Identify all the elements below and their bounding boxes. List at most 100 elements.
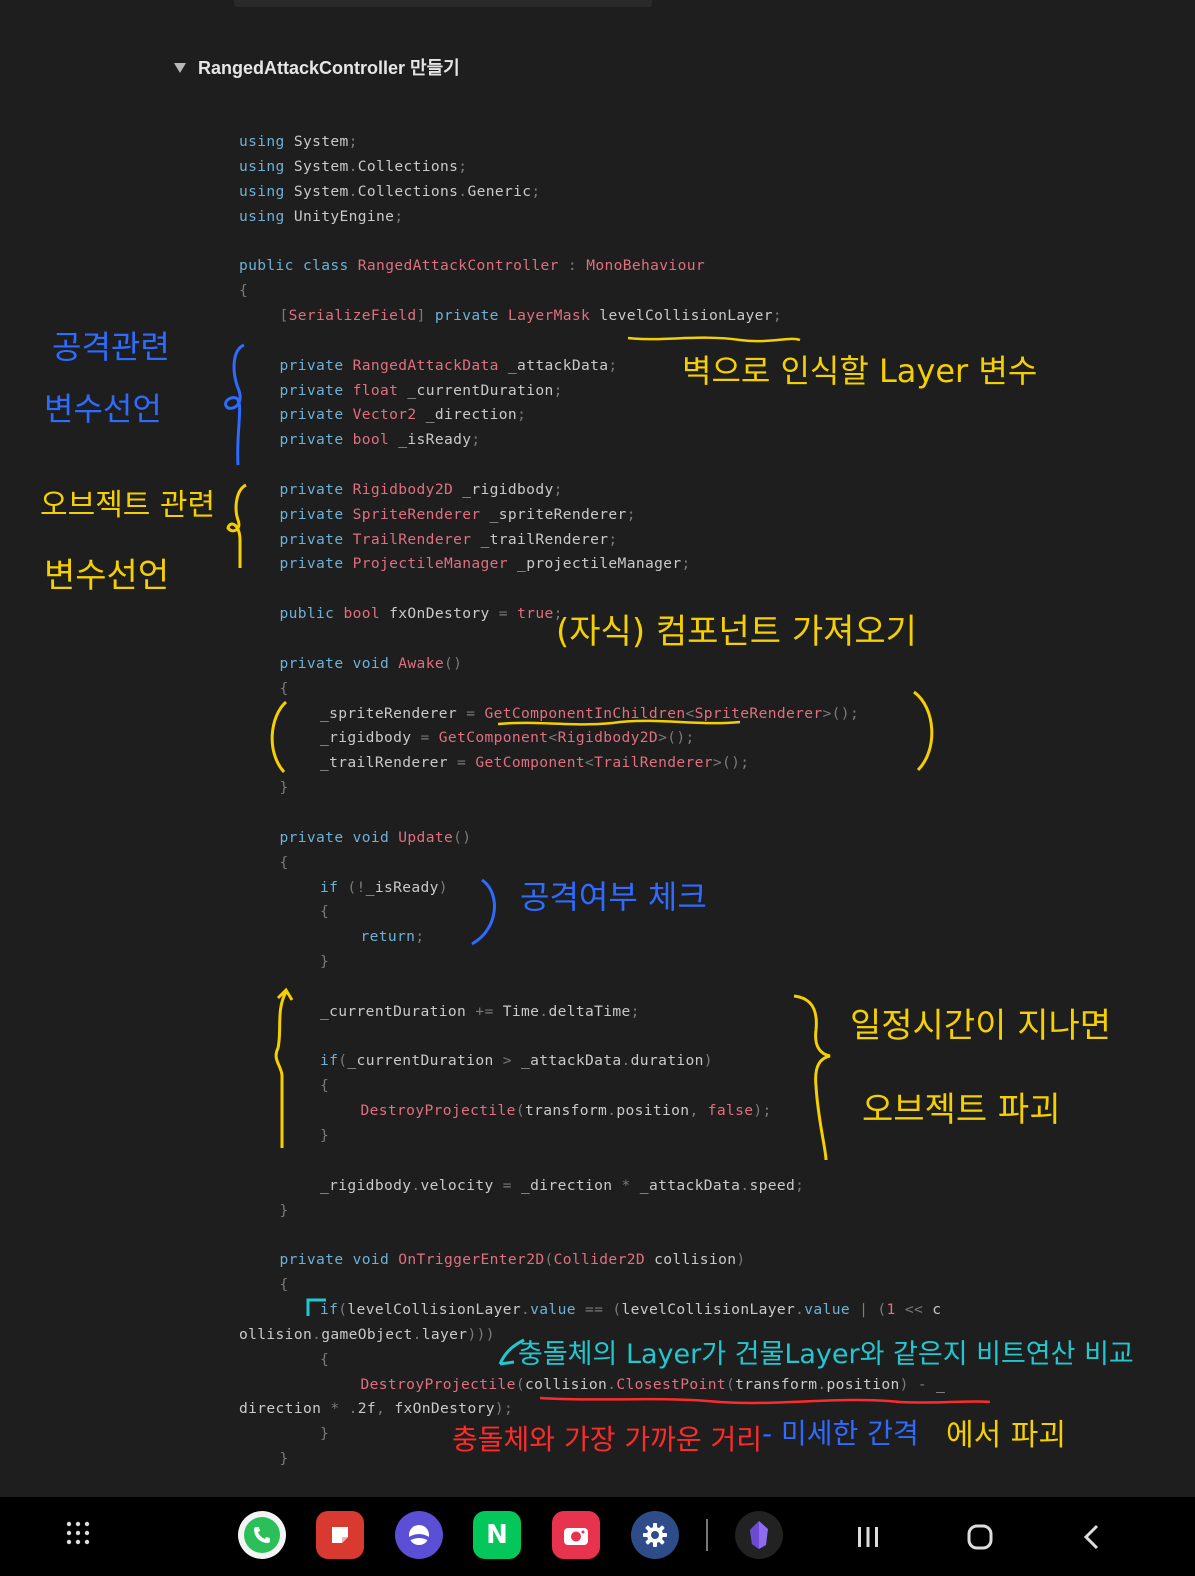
code-token: levelCollisionLayer [621, 1300, 796, 1318]
code-line: { [239, 677, 289, 701]
code-token: { [239, 282, 249, 300]
code-line: using System; [239, 130, 358, 154]
code-token: return [360, 928, 416, 946]
code-token: } [279, 779, 289, 797]
code-token: private [279, 555, 353, 573]
code-token: DestroyProjectile [360, 1102, 516, 1120]
internet-icon[interactable] [395, 1511, 443, 1559]
code-token: System [284, 182, 349, 200]
code-token: layer [421, 1325, 468, 1343]
code-token: levelCollisionLayer [347, 1300, 522, 1318]
phone-icon[interactable] [238, 1511, 286, 1559]
code-line: DestroyProjectile(transform.position, fa… [239, 1099, 772, 1123]
code-token: _spriteRenderer [480, 505, 627, 523]
code-token: . [521, 1300, 531, 1318]
obsidian-icon[interactable] [735, 1511, 783, 1559]
code-token: if [320, 1052, 339, 1070]
code-token: >(); [658, 729, 695, 747]
code-line: if (!_isReady) [239, 876, 448, 900]
taskbar: N [0, 1497, 1195, 1576]
code-token: GetComponentInChildren [484, 704, 686, 722]
toggle-arrow-icon[interactable] [174, 63, 186, 73]
code-token: . [348, 1400, 358, 1418]
code-token: ) [736, 1251, 746, 1269]
code-token: _isReady [389, 431, 472, 449]
code-line: private RangedAttackData _attackData; [239, 354, 618, 378]
code-token: ; [394, 207, 404, 225]
notes-icon[interactable] [316, 1511, 364, 1559]
code-token: Vector2 [352, 406, 417, 424]
code-token: RangedAttackController [357, 257, 559, 275]
code-token: true [517, 605, 554, 623]
code-token: private void [279, 828, 399, 846]
code-token: . [411, 1176, 421, 1194]
code-line: } [239, 950, 329, 974]
code-token: . [621, 1052, 631, 1070]
code-line: DestroyProjectile(collision.ClosestPoint… [239, 1373, 945, 1397]
code-token: MonoBehaviour [586, 257, 705, 275]
note-timeout-line2: 오브젝트 파괴 [862, 1090, 1061, 1130]
code-token: > [502, 1052, 512, 1070]
code-line: using System.Collections; [239, 155, 467, 179]
code-token: Generic [467, 182, 532, 200]
recent-apps-icon[interactable] [848, 1519, 888, 1555]
code-token: (! [347, 878, 366, 896]
code-token: >(); [822, 704, 860, 722]
code-token: transform [524, 1102, 608, 1120]
code-line: } [239, 1422, 329, 1446]
code-token: { [320, 1350, 330, 1368]
code-token: () [443, 654, 463, 672]
code-line: private float _currentDuration; [239, 379, 563, 403]
red-underline-closest-point [539, 1396, 991, 1405]
code-line: _spriteRenderer = GetComponentInChildren… [239, 702, 859, 726]
code-token: SerializeField [288, 306, 417, 324]
toggle-block-header[interactable]: RangedAttackController 만들기 [174, 52, 460, 82]
code-line: } [239, 1447, 289, 1471]
code-token: . [348, 182, 358, 200]
code-line: { [239, 851, 289, 875]
code-token: fxOnDestory [380, 605, 499, 623]
code-token: c [923, 1300, 942, 1318]
code-line: { [239, 1273, 289, 1297]
code-token: = [498, 605, 508, 623]
code-token: ; [772, 306, 783, 324]
code-token: private [434, 306, 508, 324]
code-token: duration [630, 1052, 704, 1070]
code-line: private TrailRenderer _trailRenderer; [239, 528, 618, 552]
code-line: { [239, 900, 329, 924]
code-token: { [279, 1276, 289, 1294]
code-token: ; [608, 356, 618, 374]
code-token: >(); [712, 754, 750, 772]
code-line: if(_currentDuration > _attackData.durati… [239, 1049, 713, 1073]
code-token: _ [927, 1375, 946, 1393]
code-token: _direction [416, 406, 518, 424]
code-line: } [239, 1124, 329, 1148]
code-token: = [457, 754, 467, 772]
code-token: bool [352, 431, 390, 449]
code-token: DestroyProjectile [360, 1375, 516, 1393]
apps-grid-icon[interactable] [58, 1515, 98, 1551]
code-token: deltaTime [548, 1002, 631, 1020]
note-attack-vars-line2: 변수선언 [44, 390, 162, 428]
home-icon[interactable] [960, 1519, 1000, 1555]
code-token: collision [524, 1375, 608, 1393]
code-token: ( [515, 1102, 525, 1120]
naver-icon[interactable]: N [473, 1511, 521, 1559]
code-token: _attackData [511, 1052, 622, 1070]
yellow-underline-level-collision-layer [627, 336, 801, 343]
code-line: public class RangedAttackController : Mo… [239, 254, 705, 278]
code-token: ( [725, 1375, 736, 1393]
back-icon[interactable] [1072, 1519, 1112, 1555]
code-token: ( [544, 1251, 554, 1269]
camera-icon[interactable] [552, 1511, 600, 1559]
code-token: public [279, 605, 344, 623]
code-token: ) [703, 1052, 713, 1070]
yellow-brace-duration-block [793, 994, 831, 1161]
code-token: } [320, 953, 330, 971]
code-line: _currentDuration += Time.deltaTime; [239, 1000, 640, 1024]
code-token: { [320, 903, 330, 921]
code-token: - [917, 1375, 928, 1393]
settings-icon[interactable] [631, 1511, 679, 1559]
code-token: ; [630, 1002, 640, 1020]
